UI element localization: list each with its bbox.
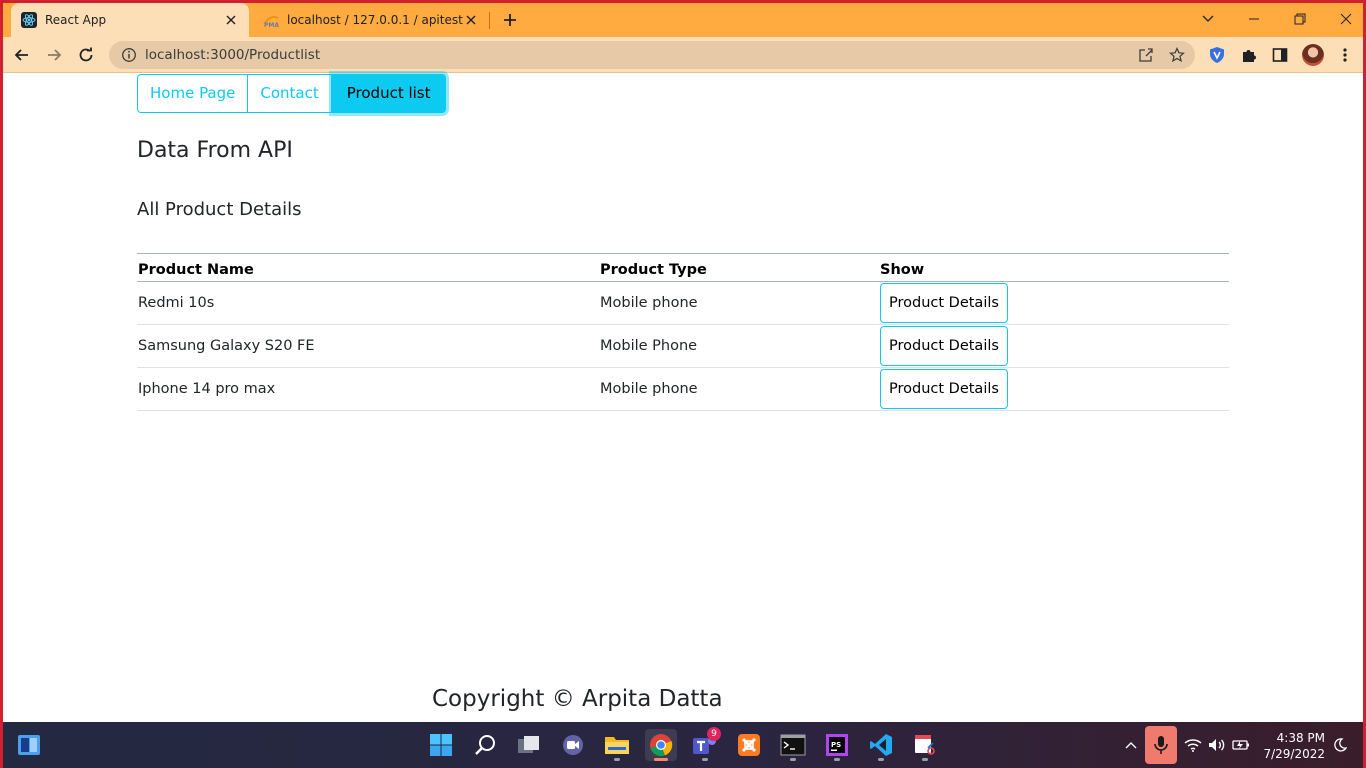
product-name-cell: Samsung Galaxy S20 FE: [137, 324, 599, 368]
table-header-row: Product Name Product Type Show: [137, 253, 1229, 282]
widgets-icon[interactable]: [13, 729, 45, 761]
running-indicator: [790, 758, 796, 761]
teams-chat-icon[interactable]: [557, 729, 589, 761]
chrome-icon[interactable]: [645, 729, 677, 761]
product-table: Product Name Product Type Show Redmi 10s…: [137, 253, 1229, 411]
start-windows-icon[interactable]: [425, 729, 457, 761]
microphone-icon[interactable]: [1145, 726, 1177, 764]
close-window-icon[interactable]: [1336, 9, 1356, 29]
reload-icon[interactable]: [77, 46, 95, 64]
vpn-shield-icon[interactable]: [1208, 46, 1226, 64]
clock-date: 7/29/2022: [1263, 747, 1325, 761]
teams-notification-badge: 9: [707, 727, 721, 741]
tray-chevron-up-icon[interactable]: [1125, 737, 1137, 756]
nav-home-page[interactable]: Home Page: [137, 74, 249, 113]
running-indicator: [834, 758, 840, 761]
xampp-icon[interactable]: [733, 729, 765, 761]
teams-icon[interactable]: 9: [689, 727, 721, 761]
restore-icon[interactable]: [1290, 9, 1310, 29]
terminal-icon[interactable]: [777, 729, 809, 761]
product-details-button[interactable]: Product Details: [880, 283, 1008, 323]
show-cell: Product Details: [879, 324, 1229, 368]
show-cell: Product Details: [879, 367, 1229, 411]
snipping-tool-icon[interactable]: [909, 729, 941, 761]
clock-time: 4:38 PM: [1276, 731, 1325, 745]
nav-button-group: Home Page Contact Product list: [137, 74, 446, 113]
footer-copyright: Copyright © Arpita Datta: [432, 686, 723, 712]
react-icon: [21, 12, 37, 28]
section-title: All Product Details: [137, 199, 302, 220]
tab-phpmyadmin[interactable]: PMA localhost / 127.0.0.1 / apitest / pr: [253, 3, 489, 37]
system-clock[interactable]: 4:38 PM 7/29/2022: [1259, 730, 1325, 762]
product-type-cell: Mobile phone: [599, 281, 879, 325]
product-name-cell: Redmi 10s: [137, 281, 599, 325]
forward-arrow-icon[interactable]: [45, 46, 63, 64]
tab-title: localhost / 127.0.0.1 / apitest / pr: [287, 13, 463, 27]
active-indicator: [654, 758, 668, 761]
table-row: Iphone 14 pro max Mobile phone Product D…: [137, 367, 1229, 411]
browser-tab-strip: React App PMA localhost / 127.0.0.1 / ap…: [3, 3, 1363, 37]
column-header-product-name: Product Name: [137, 253, 599, 282]
page-viewport: Home Page Contact Product list Data From…: [3, 74, 1363, 722]
windows-taskbar: 9 PS 4:38 PM 7/29/2022: [3, 722, 1363, 768]
running-indicator: [878, 758, 884, 761]
volume-icon[interactable]: [1208, 737, 1226, 756]
side-panel-icon[interactable]: [1271, 46, 1289, 64]
extensions-puzzle-icon[interactable]: [1240, 46, 1258, 64]
site-info-icon[interactable]: [121, 47, 137, 63]
tab-separator: [489, 12, 490, 29]
tab-react-app[interactable]: React App: [11, 3, 249, 37]
focus-moon-icon[interactable]: [1333, 737, 1348, 756]
phpmyadmin-icon: PMA: [263, 15, 279, 28]
wifi-icon[interactable]: [1184, 737, 1202, 756]
url-text[interactable]: localhost:3000/Productlist: [145, 47, 320, 63]
share-icon[interactable]: [1138, 47, 1154, 63]
search-icon[interactable]: [469, 729, 501, 761]
new-tab-icon[interactable]: [502, 12, 518, 32]
page-title: Data From API: [137, 138, 293, 163]
minimize-icon[interactable]: [1244, 9, 1264, 29]
task-view-icon[interactable]: [513, 729, 545, 761]
column-header-product-type: Product Type: [599, 253, 879, 282]
table-row: Redmi 10s Mobile phone Product Details: [137, 281, 1229, 325]
address-bar[interactable]: localhost:3000/Productlist: [109, 41, 1195, 69]
running-indicator: [922, 758, 928, 761]
table-row: Samsung Galaxy S20 FE Mobile Phone Produ…: [137, 324, 1229, 368]
svg-text:PS: PS: [831, 741, 841, 749]
bookmark-star-icon[interactable]: [1169, 47, 1185, 63]
nav-contact[interactable]: Contact: [248, 74, 332, 113]
back-arrow-icon[interactable]: [13, 46, 31, 64]
show-cell: Product Details: [879, 281, 1229, 325]
profile-avatar[interactable]: [1302, 44, 1324, 66]
nav-product-list[interactable]: Product list: [331, 74, 446, 113]
product-name-cell: Iphone 14 pro max: [137, 367, 599, 411]
tab-search-chevron-icon[interactable]: [1198, 9, 1218, 29]
running-indicator: [702, 758, 708, 761]
tab-close-icon[interactable]: [463, 12, 479, 28]
product-type-cell: Mobile Phone: [599, 324, 879, 368]
product-details-button[interactable]: Product Details: [880, 369, 1008, 409]
phpstorm-icon[interactable]: PS: [821, 729, 853, 761]
vscode-icon[interactable]: [865, 729, 897, 761]
product-details-button[interactable]: Product Details: [880, 326, 1008, 366]
battery-charging-icon[interactable]: [1232, 737, 1250, 756]
product-type-cell: Mobile phone: [599, 367, 879, 411]
file-explorer-icon[interactable]: [601, 729, 633, 761]
menu-kebab-icon[interactable]: [1336, 46, 1354, 64]
browser-toolbar: localhost:3000/Productlist: [3, 37, 1363, 73]
tab-title: React App: [45, 13, 107, 27]
tab-close-icon[interactable]: [223, 12, 239, 28]
column-header-show: Show: [879, 253, 1229, 282]
svg-text:PMA: PMA: [264, 22, 279, 28]
running-indicator: [614, 758, 620, 761]
